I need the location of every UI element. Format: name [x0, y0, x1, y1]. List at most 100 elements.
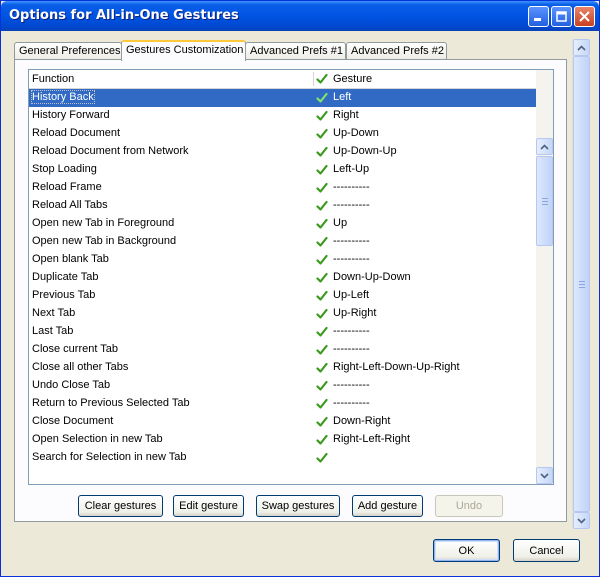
check-icon [316, 146, 328, 157]
dialog-scroll-thumb[interactable] [573, 56, 590, 512]
table-row[interactable]: Close current Tab ---------- [29, 341, 536, 359]
function-cell: Open new Tab in Background [32, 235, 177, 247]
undo-button[interactable]: Undo [435, 495, 503, 517]
dialog-scroll-up-button[interactable] [573, 39, 590, 56]
gesture-cell: Up-Right [333, 307, 377, 319]
dialog-scrollbar[interactable] [572, 39, 590, 529]
check-icon [316, 218, 328, 229]
cancel-button[interactable]: Cancel [513, 539, 580, 562]
tab-label: Advanced Prefs #2 [351, 45, 444, 57]
add-gesture-button[interactable]: Add gesture [352, 495, 423, 517]
gesture-cell: ---------- [333, 199, 370, 211]
table-row[interactable]: Reload Document from Network Up-Down-Up [29, 143, 536, 161]
function-cell: Close current Tab [32, 343, 119, 355]
list-rows: History Back Left History Forward Right Relo… [29, 89, 536, 484]
table-row[interactable]: Previous Tab Up-Left [29, 287, 536, 305]
table-row[interactable]: Return to Previous Selected Tab ---------… [29, 395, 536, 413]
function-cell: Close Document [32, 415, 114, 427]
table-row[interactable]: Reload All Tabs ---------- [29, 197, 536, 215]
list-header: Function Gesture [29, 70, 536, 89]
table-row[interactable]: Close all other Tabs Right-Left-Down-Up-R… [29, 359, 536, 377]
tab-label: General Preferences [19, 45, 121, 57]
function-cell: Reload Document from Network [32, 145, 189, 157]
check-icon [316, 380, 328, 391]
table-row[interactable]: Next Tab Up-Right [29, 305, 536, 323]
check-icon [316, 236, 328, 247]
gesture-cell: ---------- [333, 181, 370, 193]
table-row[interactable]: Search for Selection in new Tab [29, 449, 536, 467]
column-header-function[interactable]: Function [32, 73, 74, 85]
column-header-gesture[interactable]: Gesture [333, 73, 372, 85]
chevron-up-icon [540, 143, 549, 150]
tab-gestures-customization[interactable]: Gestures Customization [121, 40, 246, 61]
window-title: Options for All-in-One Gestures [9, 8, 239, 23]
function-cell: Search for Selection in new Tab [32, 451, 187, 463]
function-cell: Duplicate Tab [32, 271, 99, 283]
minimize-icon [534, 18, 541, 21]
check-icon [316, 398, 328, 409]
table-row[interactable]: Close Document Down-Right [29, 413, 536, 431]
check-icon [316, 254, 328, 265]
gestures-list[interactable]: Function Gesture History Back Left History… [28, 69, 554, 485]
table-row[interactable]: Open new Tab in Foreground Up [29, 215, 536, 233]
gesture-cell: ---------- [333, 397, 370, 409]
check-icon [316, 272, 328, 283]
list-scroll-thumb[interactable] [536, 156, 553, 246]
table-row[interactable]: Stop Loading Left-Up [29, 161, 536, 179]
gesture-cell: Left-Up [333, 163, 370, 175]
gesture-cell: ---------- [333, 343, 370, 355]
close-button[interactable] [574, 6, 595, 27]
gesture-cell: Down-Up-Down [333, 271, 411, 283]
list-scrollbar[interactable] [536, 70, 553, 484]
tab-advanced-prefs-1[interactable]: Advanced Prefs #1 [245, 42, 346, 60]
check-icon [316, 434, 328, 445]
function-cell: Open new Tab in Foreground [32, 217, 175, 229]
table-row[interactable]: Undo Close Tab ---------- [29, 377, 536, 395]
check-icon [316, 326, 328, 337]
function-cell: Open blank Tab [32, 253, 109, 265]
check-icon [316, 290, 328, 301]
gesture-cell: Up [333, 217, 348, 229]
table-row[interactable]: Open Selection in new Tab Right-Left-Righ… [29, 431, 536, 449]
gesture-cell: Left [333, 91, 352, 103]
options-window: Options for All-in-One Gestures General … [0, 0, 600, 577]
chevron-up-icon [577, 44, 586, 51]
list-scroll-up-button[interactable] [536, 138, 553, 155]
table-row[interactable]: Last Tab ---------- [29, 323, 536, 341]
table-row[interactable]: Reload Document Up-Down [29, 125, 536, 143]
maximize-button[interactable] [551, 6, 572, 27]
tab-general-preferences[interactable]: General Preferences [14, 42, 122, 60]
table-row[interactable]: Reload Frame ---------- [29, 179, 536, 197]
function-cell: Reload All Tabs [32, 199, 108, 211]
title-bar[interactable]: Options for All-in-One Gestures [1, 1, 599, 31]
function-cell: Next Tab [32, 307, 76, 319]
ok-button[interactable]: OK [433, 539, 500, 562]
check-icon [316, 344, 328, 355]
list-scroll-down-button[interactable] [536, 467, 553, 484]
gesture-cell: ---------- [333, 235, 370, 247]
gesture-cell: Up-Down [333, 127, 379, 139]
tab-advanced-prefs-2[interactable]: Advanced Prefs #2 [346, 42, 447, 60]
column-separator[interactable] [313, 72, 314, 86]
minimize-button[interactable] [528, 6, 549, 27]
edit-gesture-button[interactable]: Edit gesture [173, 495, 244, 517]
table-row[interactable]: Duplicate Tab Down-Up-Down [29, 269, 536, 287]
check-icon [316, 110, 328, 121]
gesture-cell: ---------- [333, 379, 370, 391]
table-row[interactable]: Open blank Tab ---------- [29, 251, 536, 269]
check-icon [316, 362, 328, 373]
table-row[interactable]: Open new Tab in Background ---------- [29, 233, 536, 251]
function-cell: History Forward [32, 109, 110, 121]
table-row[interactable]: History Forward Right [29, 107, 536, 125]
table-row[interactable]: History Back Left [29, 89, 536, 107]
tab-label: Gestures Customization [126, 44, 244, 56]
gesture-cell: Right-Left-Right [333, 433, 411, 445]
function-cell: Return to Previous Selected Tab [32, 397, 190, 409]
check-icon [316, 92, 328, 103]
function-cell: Undo Close Tab [32, 379, 111, 391]
clear-gestures-button[interactable]: Clear gestures [78, 495, 163, 517]
swap-gestures-button[interactable]: Swap gestures [256, 495, 340, 517]
check-icon [316, 452, 328, 463]
dialog-scroll-down-button[interactable] [573, 512, 590, 529]
check-icon [316, 73, 328, 84]
